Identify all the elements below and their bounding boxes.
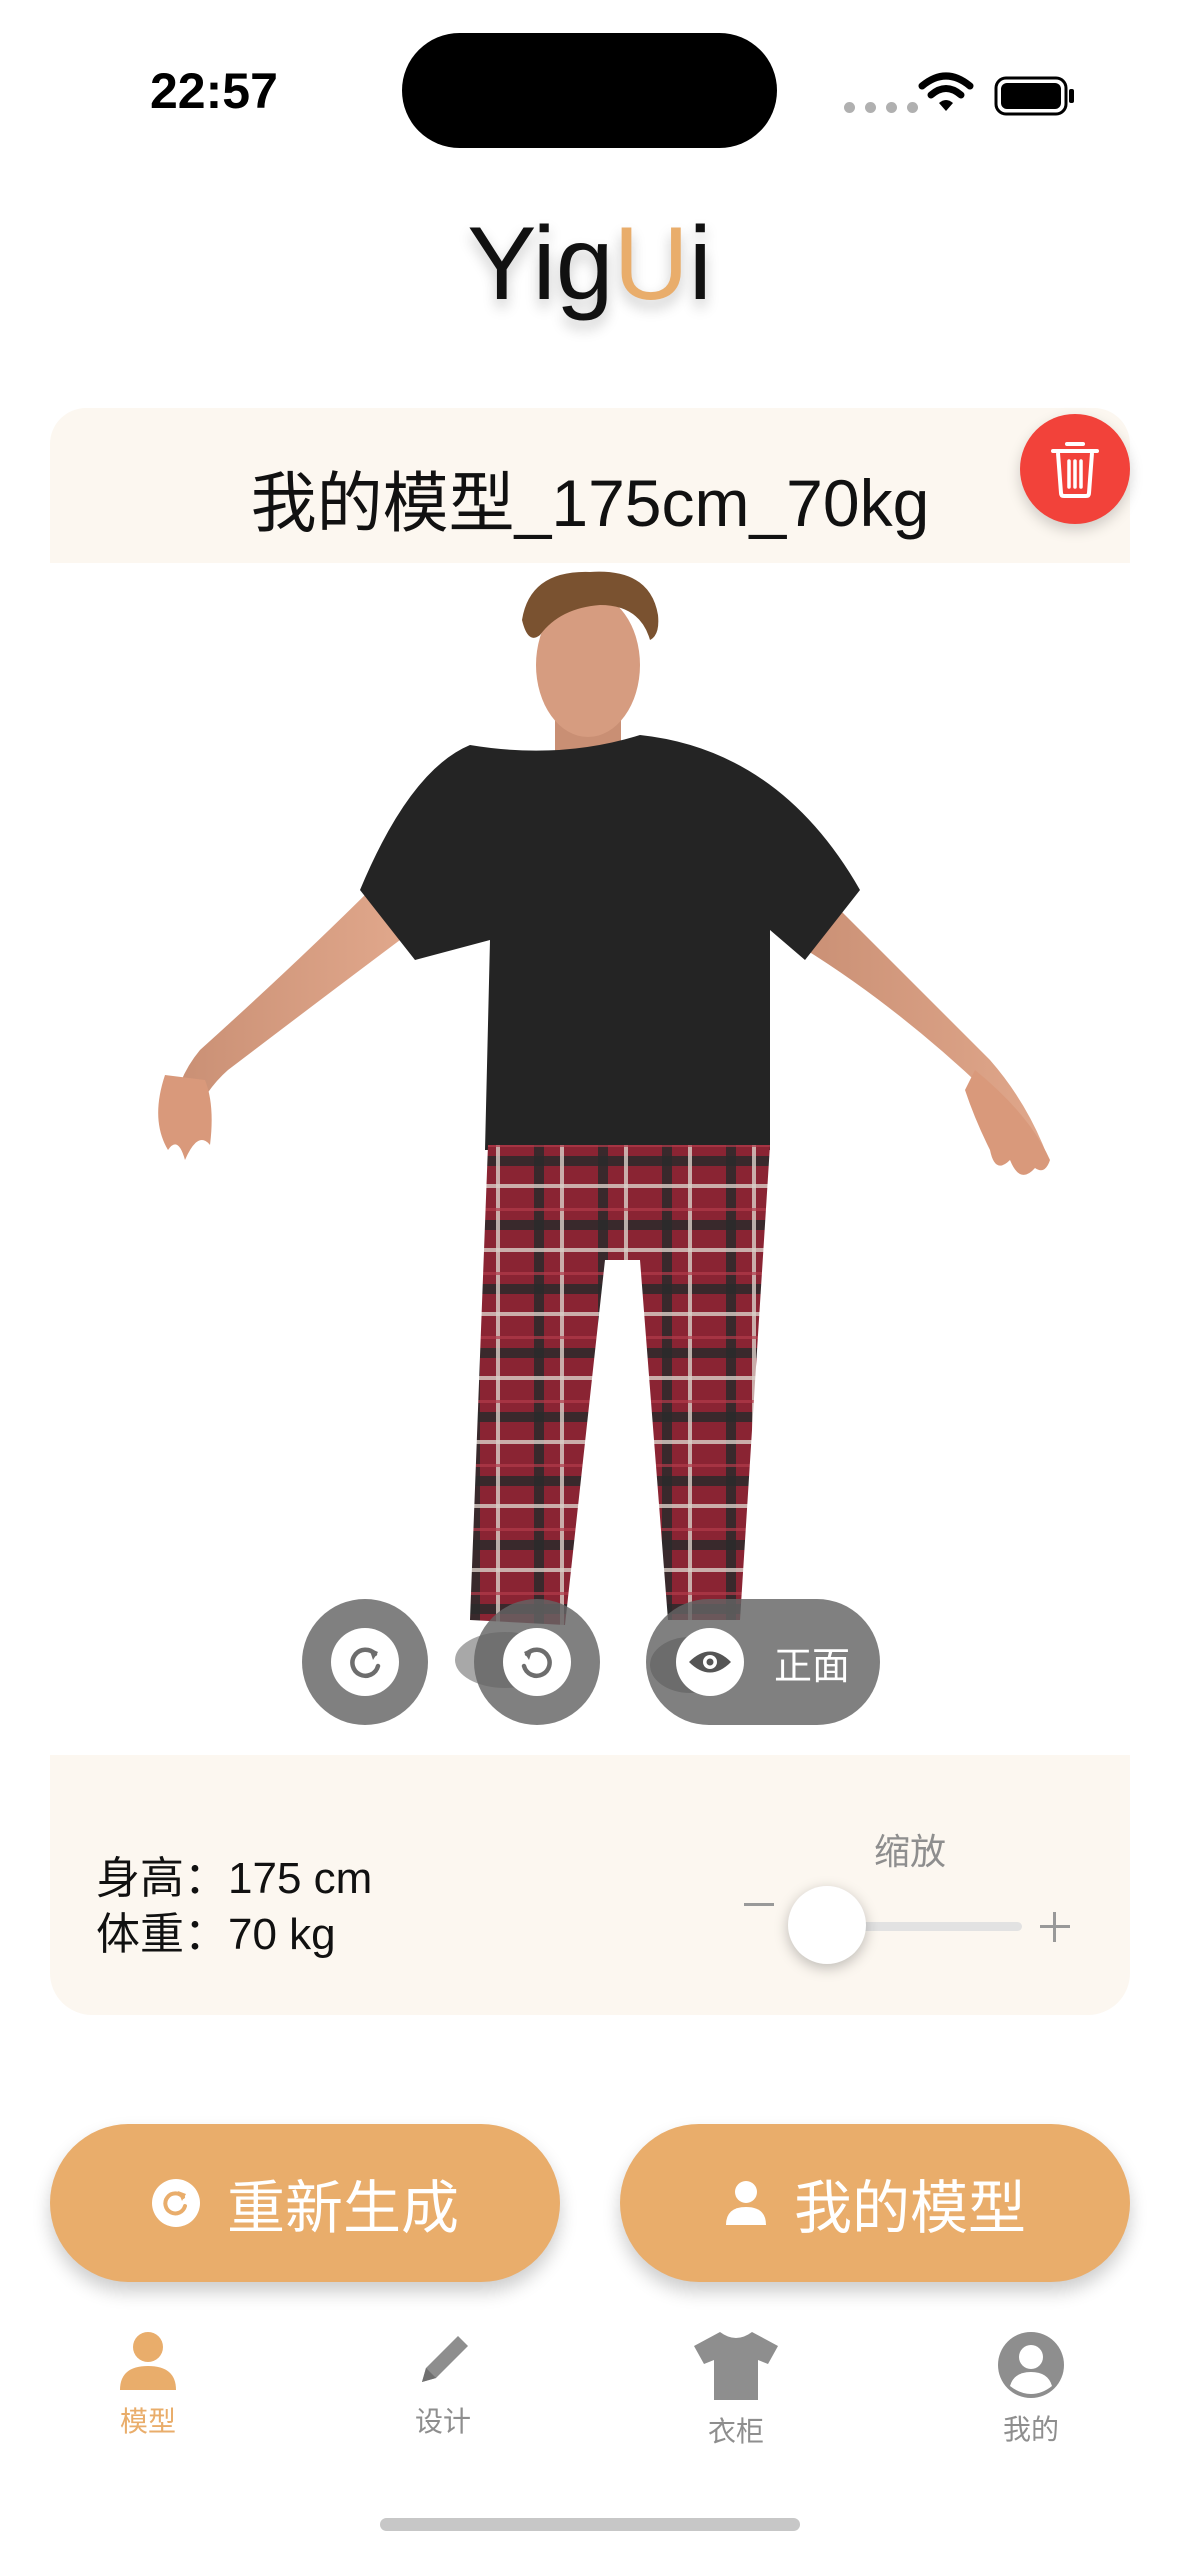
tab-label-model: 模型 [119,2405,176,2438]
profile-icon [998,2332,1064,2398]
person-icon [725,2181,766,2225]
weight-stat: 体重：70 kg [96,1898,336,1962]
model-name: 我的模型_175cm_70kg [250,466,930,540]
weight-value: 70 kg [228,1910,336,1959]
rotate-counterclockwise-button[interactable] [474,1599,600,1725]
my-model-label: 我的模型 [793,2174,1026,2242]
status-time: 22:57 [150,63,278,119]
app-title-suffix: i [688,206,712,322]
pencil-icon [422,2336,468,2382]
model-viewer-3d[interactable] [0,560,1179,1740]
tab-design[interactable]: 设计 [343,2330,543,2440]
zoom-out-icon[interactable] [744,1903,774,1906]
height-label: 身高： [96,1854,228,1903]
view-toggle-button[interactable]: 正面 [646,1599,880,1725]
app-title: YigUi [0,205,1179,324]
battery-icon [994,76,1074,116]
tab-model[interactable]: 模型 [48,2330,248,2440]
model-shirt [360,735,860,1150]
wifi-icon [918,72,974,111]
tab-label-profile: 我的 [1002,2413,1059,2446]
tshirt-icon [694,2332,778,2400]
cellular-signal-icon [844,102,918,113]
height-value: 175 cm [228,1854,373,1903]
home-indicator [380,2518,800,2531]
rotate-cw-icon [350,1647,381,1678]
tab-profile[interactable]: 我的 [931,2330,1131,2448]
rotate-ccw-icon [521,1647,552,1678]
regenerate-button[interactable]: 重新生成 [50,2124,560,2282]
app-title-accent: U [613,206,689,322]
zoom-in-icon-vertical [1053,1912,1056,1942]
weight-label: 体重： [96,1910,228,1959]
view-label: 正面 [774,1644,851,1688]
height-stat: 身高：175 cm [96,1842,372,1906]
delete-model-button[interactable] [1020,414,1130,524]
zoom-slider-thumb[interactable] [788,1886,866,1964]
zoom-label: 缩放 [874,1832,947,1873]
dynamic-island [402,33,777,148]
rotate-clockwise-button[interactable] [302,1599,428,1725]
tab-wardrobe[interactable]: 衣柜 [636,2330,836,2450]
person-icon [120,2332,176,2390]
trash-icon [1051,442,1099,498]
regenerate-label: 重新生成 [226,2174,459,2242]
my-model-button[interactable]: 我的模型 [620,2124,1130,2282]
model-pants [470,1145,770,1625]
refresh-icon [151,2179,200,2227]
tab-label-design: 设计 [414,2405,471,2438]
eye-icon [689,1651,731,1673]
app-title-prefix: Yig [467,206,614,322]
tab-label-wardrobe: 衣柜 [707,2415,764,2448]
